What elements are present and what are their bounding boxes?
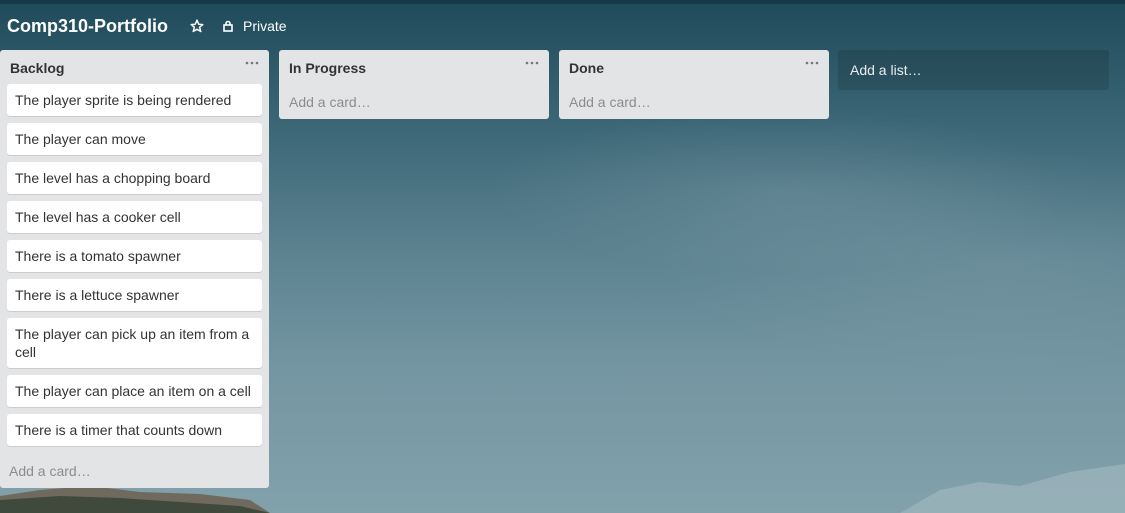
card-list: The player sprite is being rendered The …: [0, 84, 269, 446]
list-title[interactable]: In Progress: [289, 60, 366, 76]
lock-icon: [222, 20, 234, 32]
board-header: Comp310-Portfolio Private: [0, 4, 1125, 48]
privacy-label: Private: [243, 18, 287, 34]
card[interactable]: The player sprite is being rendered: [7, 84, 262, 116]
card[interactable]: There is a tomato spawner: [7, 240, 262, 272]
card[interactable]: The level has a cooker cell: [7, 201, 262, 233]
list-header: In Progress: [279, 50, 549, 84]
background-mountain-left: [0, 486, 270, 513]
list-backlog: Backlog The player sprite is being rende…: [0, 50, 269, 488]
card[interactable]: The player can place an item on a cell: [7, 375, 262, 407]
list-title[interactable]: Done: [569, 60, 604, 76]
ellipsis-icon[interactable]: [525, 56, 539, 70]
add-card-button[interactable]: Add a card…: [289, 94, 371, 110]
card[interactable]: There is a lettuce spawner: [7, 279, 262, 311]
card[interactable]: There is a timer that counts down: [7, 414, 262, 446]
card[interactable]: The level has a chopping board: [7, 162, 262, 194]
list-title[interactable]: Backlog: [10, 60, 64, 76]
star-icon[interactable]: [188, 17, 206, 35]
card[interactable]: The player can move: [7, 123, 262, 155]
ellipsis-icon[interactable]: [245, 56, 259, 70]
list-in-progress: In Progress Add a card…: [279, 50, 549, 119]
add-card-button[interactable]: Add a card…: [569, 94, 651, 110]
background-mountain-right: [900, 464, 1125, 513]
list-done: Done Add a card…: [559, 50, 829, 119]
privacy-button[interactable]: Private: [222, 18, 287, 34]
ellipsis-icon[interactable]: [805, 56, 819, 70]
card[interactable]: The player can pick up an item from a ce…: [7, 318, 262, 368]
board-title[interactable]: Comp310-Portfolio: [7, 16, 168, 37]
add-card-button[interactable]: Add a card…: [9, 463, 91, 479]
list-header: Done: [559, 50, 829, 84]
add-list-button[interactable]: Add a list…: [838, 50, 1109, 90]
list-header: Backlog: [0, 50, 269, 84]
